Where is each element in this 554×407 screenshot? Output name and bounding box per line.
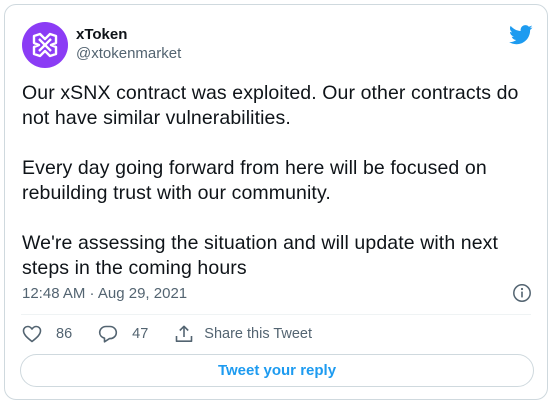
author-block[interactable]: xToken @xtokenmarket xyxy=(76,25,181,63)
share-icon xyxy=(175,325,193,342)
tweet-paragraph: Every day going forward from here will b… xyxy=(22,157,487,204)
info-icon[interactable] xyxy=(512,283,532,303)
heart-icon xyxy=(22,325,42,343)
action-bar: 86 47 Share this Tweet xyxy=(22,322,336,346)
reply-bubble-icon xyxy=(99,325,118,343)
tweet-body: Our xSNX contract was exploited. Our oth… xyxy=(22,81,537,306)
xtoken-logo-icon xyxy=(32,32,58,58)
tweet-timestamp[interactable]: 12:48 AM · Aug 29, 2021 xyxy=(22,284,187,303)
share-label: Share this Tweet xyxy=(204,326,313,342)
twitter-bird-icon[interactable] xyxy=(509,25,533,45)
reply-count: 47 xyxy=(132,326,149,342)
like-button[interactable]: 86 xyxy=(22,325,72,343)
avatar[interactable] xyxy=(22,22,68,68)
tweet-paragraph: Our xSNX contract was exploited. Our oth… xyxy=(22,82,519,129)
author-display-name[interactable]: xToken xyxy=(76,25,181,44)
tweet-card[interactable]: xToken @xtokenmarket Our xSNX contract w… xyxy=(4,4,548,400)
share-button[interactable]: Share this Tweet xyxy=(174,324,312,344)
divider xyxy=(21,314,531,315)
like-count: 86 xyxy=(56,326,73,342)
tweet-your-reply-button[interactable]: Tweet your reply xyxy=(20,354,534,387)
author-handle[interactable]: @xtokenmarket xyxy=(76,44,181,63)
reply-button[interactable]: 47 xyxy=(98,324,148,344)
tweet-paragraph: We're assessing the situation and will u… xyxy=(22,232,499,279)
